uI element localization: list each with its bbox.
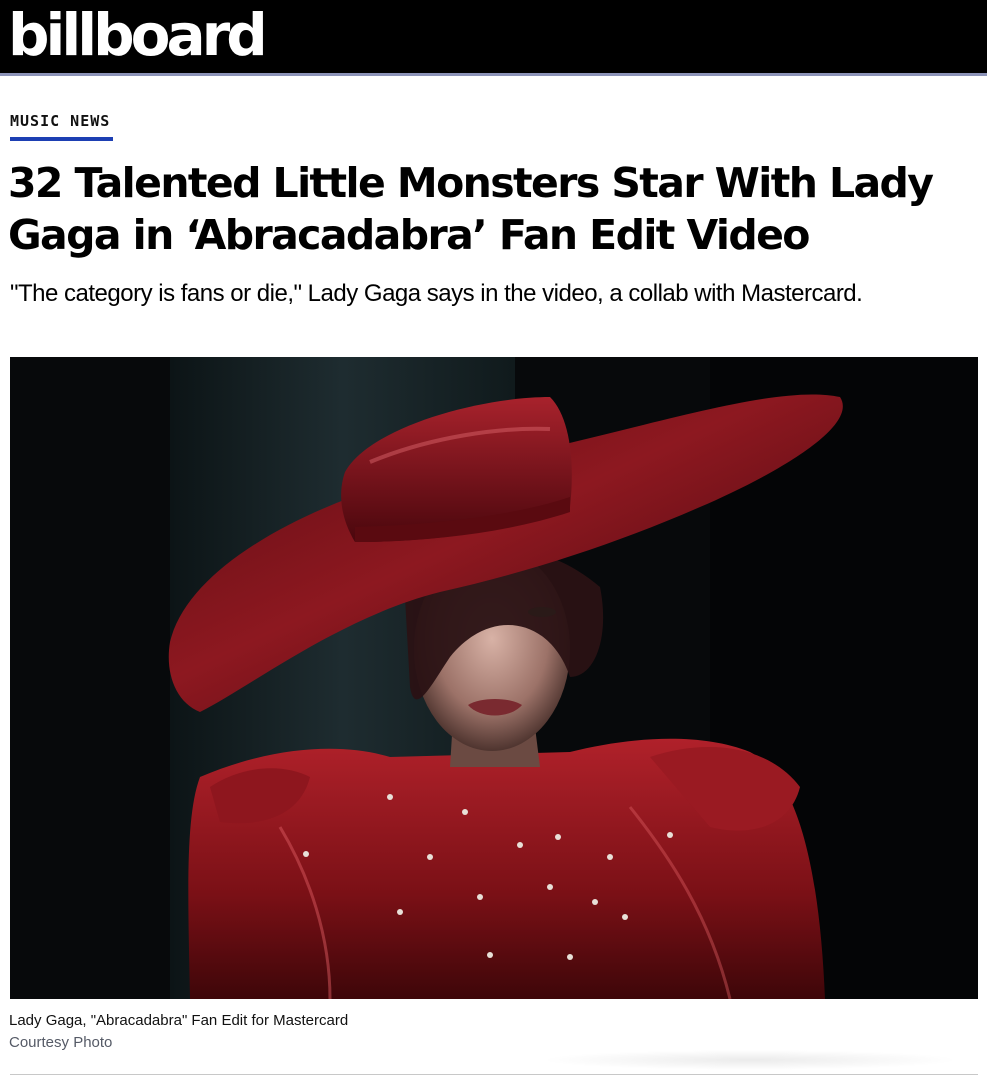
share-bar-shadow bbox=[540, 1050, 960, 1070]
billboard-logo[interactable]: billboard bbox=[8, 2, 268, 68]
section-divider bbox=[10, 1074, 978, 1075]
article-dek: "The category is fans or die," Lady Gaga… bbox=[10, 280, 863, 307]
hero-image[interactable] bbox=[10, 357, 978, 999]
hero-image-illustration bbox=[10, 357, 978, 999]
image-credit: Courtesy Photo bbox=[9, 1034, 113, 1051]
image-caption: Lady Gaga, "Abracadabra" Fan Edit for Ma… bbox=[9, 1012, 349, 1029]
site-header: billboard bbox=[0, 0, 987, 76]
category-link[interactable]: MUSIC NEWS bbox=[10, 112, 110, 130]
article-headline: 32 Talented Little Monsters Star With La… bbox=[8, 159, 934, 259]
category-underline bbox=[10, 137, 113, 141]
